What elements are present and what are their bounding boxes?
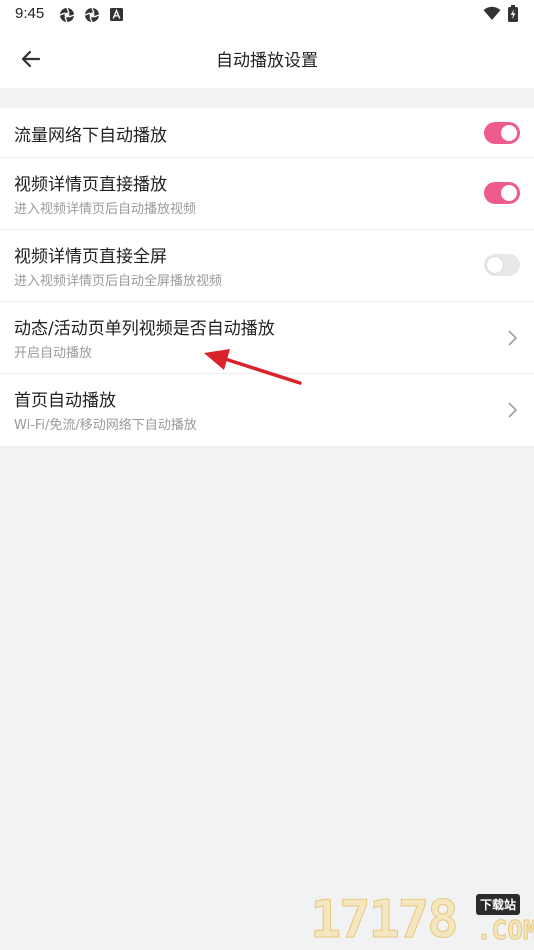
- chevron-right-icon: [508, 402, 518, 418]
- aperture-icon: [59, 7, 75, 23]
- watermark-tag: 下载站: [476, 894, 521, 915]
- watermark-logo: 17178 下载站 .COM: [310, 890, 534, 950]
- app-notification-icon: [110, 8, 123, 21]
- settings-list: 流量网络下自动播放 视频详情页直接播放 进入视频详情页后自动播放视频 视频详情页…: [0, 108, 534, 446]
- setting-title: 首页自动播放: [14, 391, 116, 411]
- setting-subtitle: 进入视频详情页后自动播放视频: [14, 202, 197, 217]
- setting-subtitle: 开启自动播放: [14, 346, 93, 361]
- setting-subtitle: Wi-Fi/免流/移动网络下自动播放: [14, 418, 197, 433]
- toggle-knob: [501, 125, 517, 141]
- setting-title: 流量网络下自动播放: [14, 126, 167, 146]
- setting-row-detail-fullscreen[interactable]: 视频详情页直接全屏 进入视频详情页后自动全屏播放视频: [0, 230, 534, 302]
- setting-row-data-network-autoplay[interactable]: 流量网络下自动播放: [0, 108, 534, 158]
- toggle-knob: [487, 257, 503, 273]
- app-bar: 自动播放设置: [0, 28, 534, 88]
- setting-title: 视频详情页直接全屏: [14, 247, 167, 267]
- toggle-knob: [501, 185, 517, 201]
- aperture-icon: [84, 7, 100, 23]
- setting-title: 视频详情页直接播放: [14, 175, 167, 195]
- status-bar: 9:45: [0, 0, 534, 28]
- wifi-icon: [483, 6, 501, 20]
- setting-row-feed-single-column-autoplay[interactable]: 动态/活动页单列视频是否自动播放 开启自动播放: [0, 302, 534, 374]
- setting-subtitle: 进入视频详情页后自动全屏播放视频: [14, 274, 223, 289]
- setting-row-detail-autoplay[interactable]: 视频详情页直接播放 进入视频详情页后自动播放视频: [0, 158, 534, 230]
- setting-title: 动态/活动页单列视频是否自动播放: [14, 319, 275, 339]
- status-time: 9:45: [15, 5, 45, 22]
- chevron-right-icon: [508, 330, 518, 346]
- page-title: 自动播放设置: [216, 51, 318, 71]
- toggle-switch[interactable]: [484, 254, 520, 276]
- watermark-number: 17178: [310, 890, 460, 950]
- battery-charging-icon: [508, 5, 518, 22]
- setting-row-home-autoplay[interactable]: 首页自动播放 Wi-Fi/免流/移动网络下自动播放: [0, 374, 534, 446]
- toggle-switch[interactable]: [484, 122, 520, 144]
- watermark-suffix: .COM: [476, 916, 534, 947]
- toggle-switch[interactable]: [484, 182, 520, 204]
